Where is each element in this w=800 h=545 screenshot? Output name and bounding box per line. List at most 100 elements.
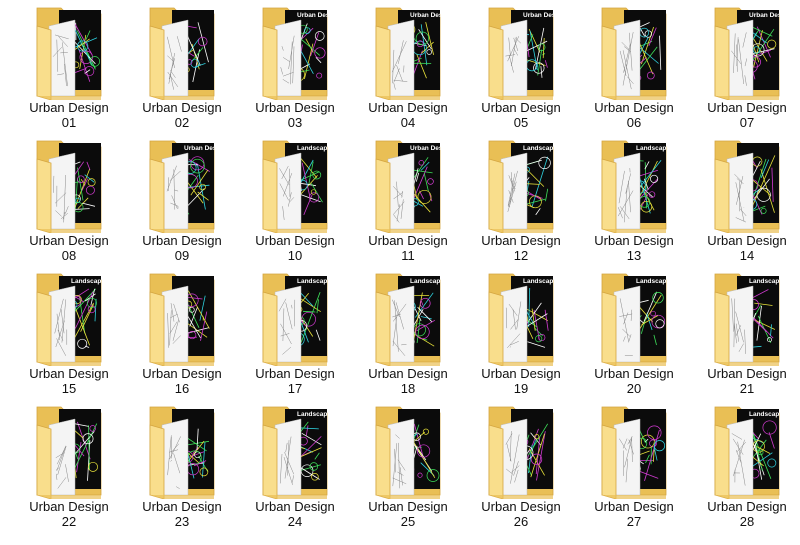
folder-item[interactable]: Landscape Plan Urban Design 18 <box>358 270 460 400</box>
folder-label[interactable]: Urban Design 10 <box>239 233 351 263</box>
folder-icon <box>488 406 554 499</box>
folder-item[interactable]: Landscape Plan Urban Design 28 <box>697 403 799 533</box>
folder-name: Urban Design <box>594 233 674 248</box>
folder-item[interactable]: Urban Design 26 <box>471 403 571 533</box>
folder-name: Urban Design <box>707 366 787 381</box>
folder-name: Urban Design <box>29 499 109 514</box>
folder-label[interactable]: Urban Design 05 <box>465 100 577 130</box>
drawing-thumbnail-light <box>161 285 189 363</box>
drawing-thumbnail-light <box>48 19 76 97</box>
folder-label[interactable]: Urban Design 22 <box>13 499 125 529</box>
folder-name: Urban Design <box>29 100 109 115</box>
drawing-thumbnail-light <box>161 19 189 97</box>
folder-item[interactable]: Landscape Plan Urban Design 17 <box>245 270 347 400</box>
drawing-thumbnail-light <box>726 285 754 363</box>
folder-name: Urban Design <box>481 233 561 248</box>
folder-label[interactable]: Urban Design 14 <box>691 233 800 263</box>
folder-number: 11 <box>401 248 415 263</box>
folder-item[interactable]: Urban Design 02 <box>132 4 232 134</box>
folder-icon: Landscape Plan <box>601 140 686 233</box>
folder-label[interactable]: Urban Design 11 <box>352 233 464 263</box>
folder-item[interactable]: Urban Design Drawing Urban Design 03 <box>245 4 357 134</box>
folder-name: Urban Design <box>142 499 222 514</box>
folder-item[interactable]: Urban Design 23 <box>132 403 232 533</box>
folder-label[interactable]: Urban Design 28 <box>691 499 800 529</box>
drawing-thumbnail-light <box>500 19 528 97</box>
folder-item[interactable]: Urban Design 27 <box>584 403 684 533</box>
folder-label[interactable]: Urban Design 19 <box>465 366 577 396</box>
folder-label[interactable]: Urban Design 20 <box>578 366 690 396</box>
folder-label[interactable]: Urban Design 09 <box>126 233 238 263</box>
folder-item[interactable]: Urban Design Drawing Urban Design 09 <box>132 137 244 267</box>
folder-number: 24 <box>287 514 303 529</box>
folder-number: 02 <box>174 115 190 130</box>
folder-label[interactable]: Urban Design 23 <box>126 499 238 529</box>
folder-label[interactable]: Urban Design 25 <box>352 499 464 529</box>
folder-label[interactable]: Urban Design 16 <box>126 366 238 396</box>
folder-icon <box>149 273 215 366</box>
folder-item[interactable]: Urban Design Drawing Urban Design 11 <box>358 137 470 267</box>
drawing-thumbnail-light <box>48 285 76 363</box>
drawing-thumbnail-light <box>726 418 754 496</box>
svg-text:Urban Design Drawing: Urban Design Drawing <box>410 12 470 19</box>
folder-item[interactable]: Landscape Plan Urban Design 20 <box>584 270 686 400</box>
folder-item[interactable]: Urban Design 25 <box>358 403 458 533</box>
folder-number: 20 <box>626 381 642 396</box>
folder-label[interactable]: Urban Design 12 <box>465 233 577 263</box>
folder-label[interactable]: Urban Design 15 <box>13 366 125 396</box>
folder-label[interactable]: Urban Design 06 <box>578 100 690 130</box>
folder-number: 10 <box>287 248 303 263</box>
folder-number: 05 <box>513 115 529 130</box>
svg-text:Landscape Plan: Landscape Plan <box>71 278 121 285</box>
folder-number: 06 <box>626 115 642 130</box>
folder-item[interactable]: Urban Design 16 <box>132 270 232 400</box>
folder-item[interactable]: Landscape Plan Urban Design 21 <box>697 270 799 400</box>
drawing-thumbnail-light <box>387 152 415 230</box>
folder-label[interactable]: Urban Design 07 <box>691 100 800 130</box>
folder-item[interactable]: Urban Design Drawing Urban Design 07 <box>697 4 800 134</box>
folder-item[interactable]: Urban Design Drawing Urban Design 04 <box>358 4 470 134</box>
folder-icon: Landscape Plan <box>488 273 573 366</box>
folder-name: Urban Design <box>707 499 787 514</box>
folder-name: Urban Design <box>481 100 561 115</box>
folder-label[interactable]: Urban Design 27 <box>578 499 690 529</box>
folder-label[interactable]: Urban Design 24 <box>239 499 351 529</box>
folder-label[interactable]: Urban Design 02 <box>126 100 238 130</box>
folder-item[interactable]: Urban Design 22 <box>19 403 119 533</box>
folder-label[interactable]: Urban Design 17 <box>239 366 351 396</box>
folder-item[interactable]: Urban Design 06 <box>584 4 684 134</box>
folder-label[interactable]: Urban Design 03 <box>239 100 351 130</box>
folder-label[interactable]: Urban Design 18 <box>352 366 464 396</box>
folder-item[interactable]: Urban Design 01 <box>19 4 119 134</box>
folder-label[interactable]: Urban Design 08 <box>13 233 125 263</box>
folder-item[interactable]: Landscape Plan Urban Design 12 <box>471 137 573 267</box>
folder-name: Urban Design <box>142 233 222 248</box>
folder-name: Urban Design <box>29 233 109 248</box>
folder-label[interactable]: Urban Design 26 <box>465 499 577 529</box>
folder-item[interactable]: Urban Design Drawing Urban Design 05 <box>471 4 583 134</box>
folder-item[interactable]: Landscape Plan Urban Design 19 <box>471 270 573 400</box>
svg-text:Landscape Plan: Landscape Plan <box>636 278 686 285</box>
folder-number: 28 <box>739 514 755 529</box>
folder-name: Urban Design <box>142 366 222 381</box>
folder-item[interactable]: Landscape Plan Urban Design 13 <box>584 137 686 267</box>
svg-text:Landscape Plan: Landscape Plan <box>523 145 573 152</box>
folder-label[interactable]: Urban Design 13 <box>578 233 690 263</box>
folder-item[interactable]: Landscape Plan Urban Design 15 <box>19 270 121 400</box>
folder-item[interactable]: Urban Design 08 <box>19 137 119 267</box>
folder-number: 21 <box>739 381 755 396</box>
folder-icon: Landscape Plan <box>262 273 347 366</box>
folder-label[interactable]: Urban Design 01 <box>13 100 125 130</box>
folder-item[interactable]: Landscape Plan Urban Design 24 <box>245 403 347 533</box>
folder-item[interactable]: Landscape Plan Urban Design 10 <box>245 137 347 267</box>
folder-name: Urban Design <box>29 366 109 381</box>
folder-name: Urban Design <box>594 499 674 514</box>
folder-name: Urban Design <box>255 233 335 248</box>
folder-item[interactable]: Urban Design 14 <box>697 137 797 267</box>
folder-label[interactable]: Urban Design 04 <box>352 100 464 130</box>
folder-icon: Landscape Plan <box>36 273 121 366</box>
folder-name: Urban Design <box>255 366 335 381</box>
svg-text:Urban Design Drawing: Urban Design Drawing <box>184 145 244 152</box>
folder-label[interactable]: Urban Design 21 <box>691 366 800 396</box>
folder-number: 07 <box>739 115 755 130</box>
